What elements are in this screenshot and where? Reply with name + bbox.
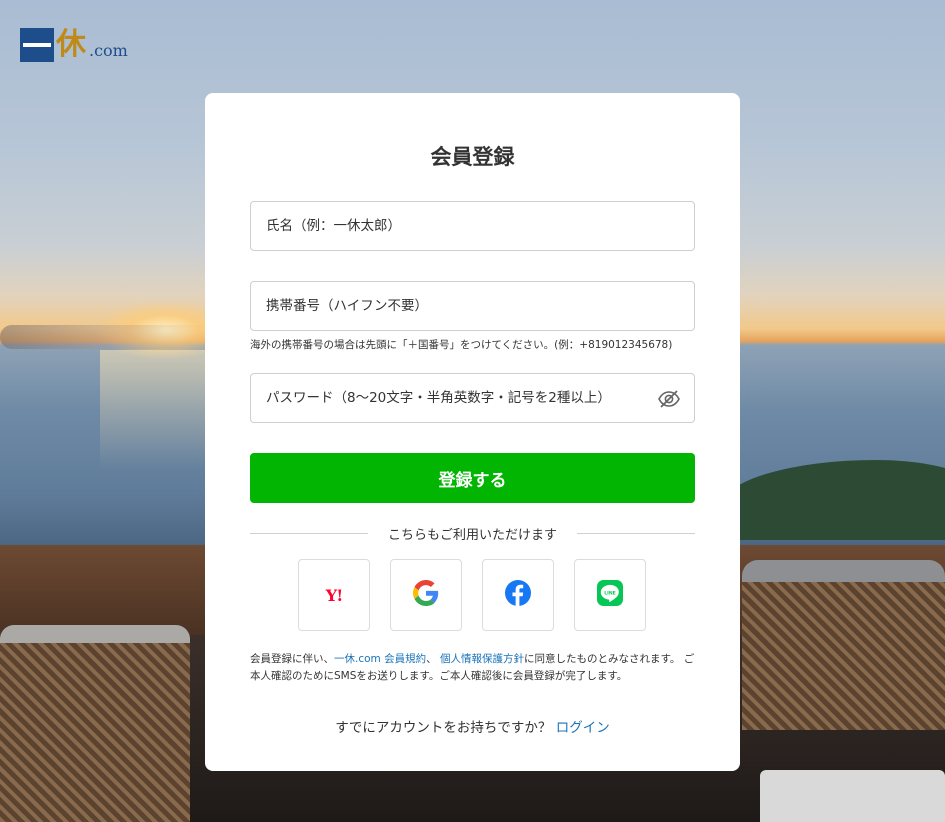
line-login-button[interactable]: LINE (574, 559, 646, 631)
phone-input[interactable] (266, 282, 679, 330)
eye-off-icon[interactable] (657, 387, 681, 411)
facebook-login-button[interactable] (482, 559, 554, 631)
name-field-container (250, 201, 695, 251)
sea-glare (100, 350, 210, 470)
phone-hint: 海外の携帯番号の場合は先頭に「＋国番号」をつけてください。(例：+8190123… (250, 339, 673, 351)
horizon-clouds (0, 325, 210, 349)
google-login-button[interactable] (390, 559, 462, 631)
page-title: 会員登録 (430, 145, 515, 169)
phone-field-container (250, 281, 695, 331)
divider-line-right (577, 532, 696, 534)
social-login-buttons: Y! LINE (298, 559, 646, 631)
facebook-icon (505, 580, 531, 610)
yahoo-login-button[interactable]: Y! (298, 559, 370, 631)
privacy-policy-link[interactable]: 個人情報保護方針 (440, 653, 524, 665)
yahoo-icon: Y! (325, 585, 343, 605)
site-logo[interactable]: 休 .com (20, 28, 128, 62)
line-icon-label: LINE (604, 590, 616, 596)
logo-mark (20, 28, 54, 62)
line-icon: LINE (597, 580, 623, 610)
divider-text: こちらもご利用いただけます (388, 527, 558, 543)
name-input[interactable] (266, 202, 679, 250)
login-question: すでにアカウントをお持ちですか？ (335, 720, 556, 736)
side-table (760, 770, 945, 822)
lounge-chair-left (0, 625, 190, 822)
lounge-chair-right (742, 560, 945, 730)
terms-separator: 、 (426, 653, 440, 665)
signup-card: 会員登録 海外の携帯番号の場合は先頭に「＋国番号」をつけてください。(例：+81… (205, 93, 740, 771)
social-divider: こちらもご利用いただけます (250, 524, 696, 543)
divider-line-left (250, 532, 368, 534)
terms-prefix: 会員登録に伴い、 (250, 653, 334, 665)
login-prompt: すでにアカウントをお持ちですか？ ログイン (205, 716, 740, 736)
password-field-container (250, 373, 695, 423)
terms-of-service-link[interactable]: 一休.com 会員規約 (334, 653, 426, 665)
login-link[interactable]: ログイン (556, 720, 610, 736)
google-icon (413, 580, 439, 610)
logo-kanji: 休 (56, 27, 86, 62)
logo-suffix: .com (89, 41, 128, 60)
register-button[interactable]: 登録する (250, 453, 695, 503)
password-input[interactable] (266, 374, 649, 422)
island (720, 460, 945, 540)
terms-notice: 会員登録に伴い、一休.com 会員規約、 個人情報保護方針に同意したものとみなさ… (250, 651, 695, 685)
